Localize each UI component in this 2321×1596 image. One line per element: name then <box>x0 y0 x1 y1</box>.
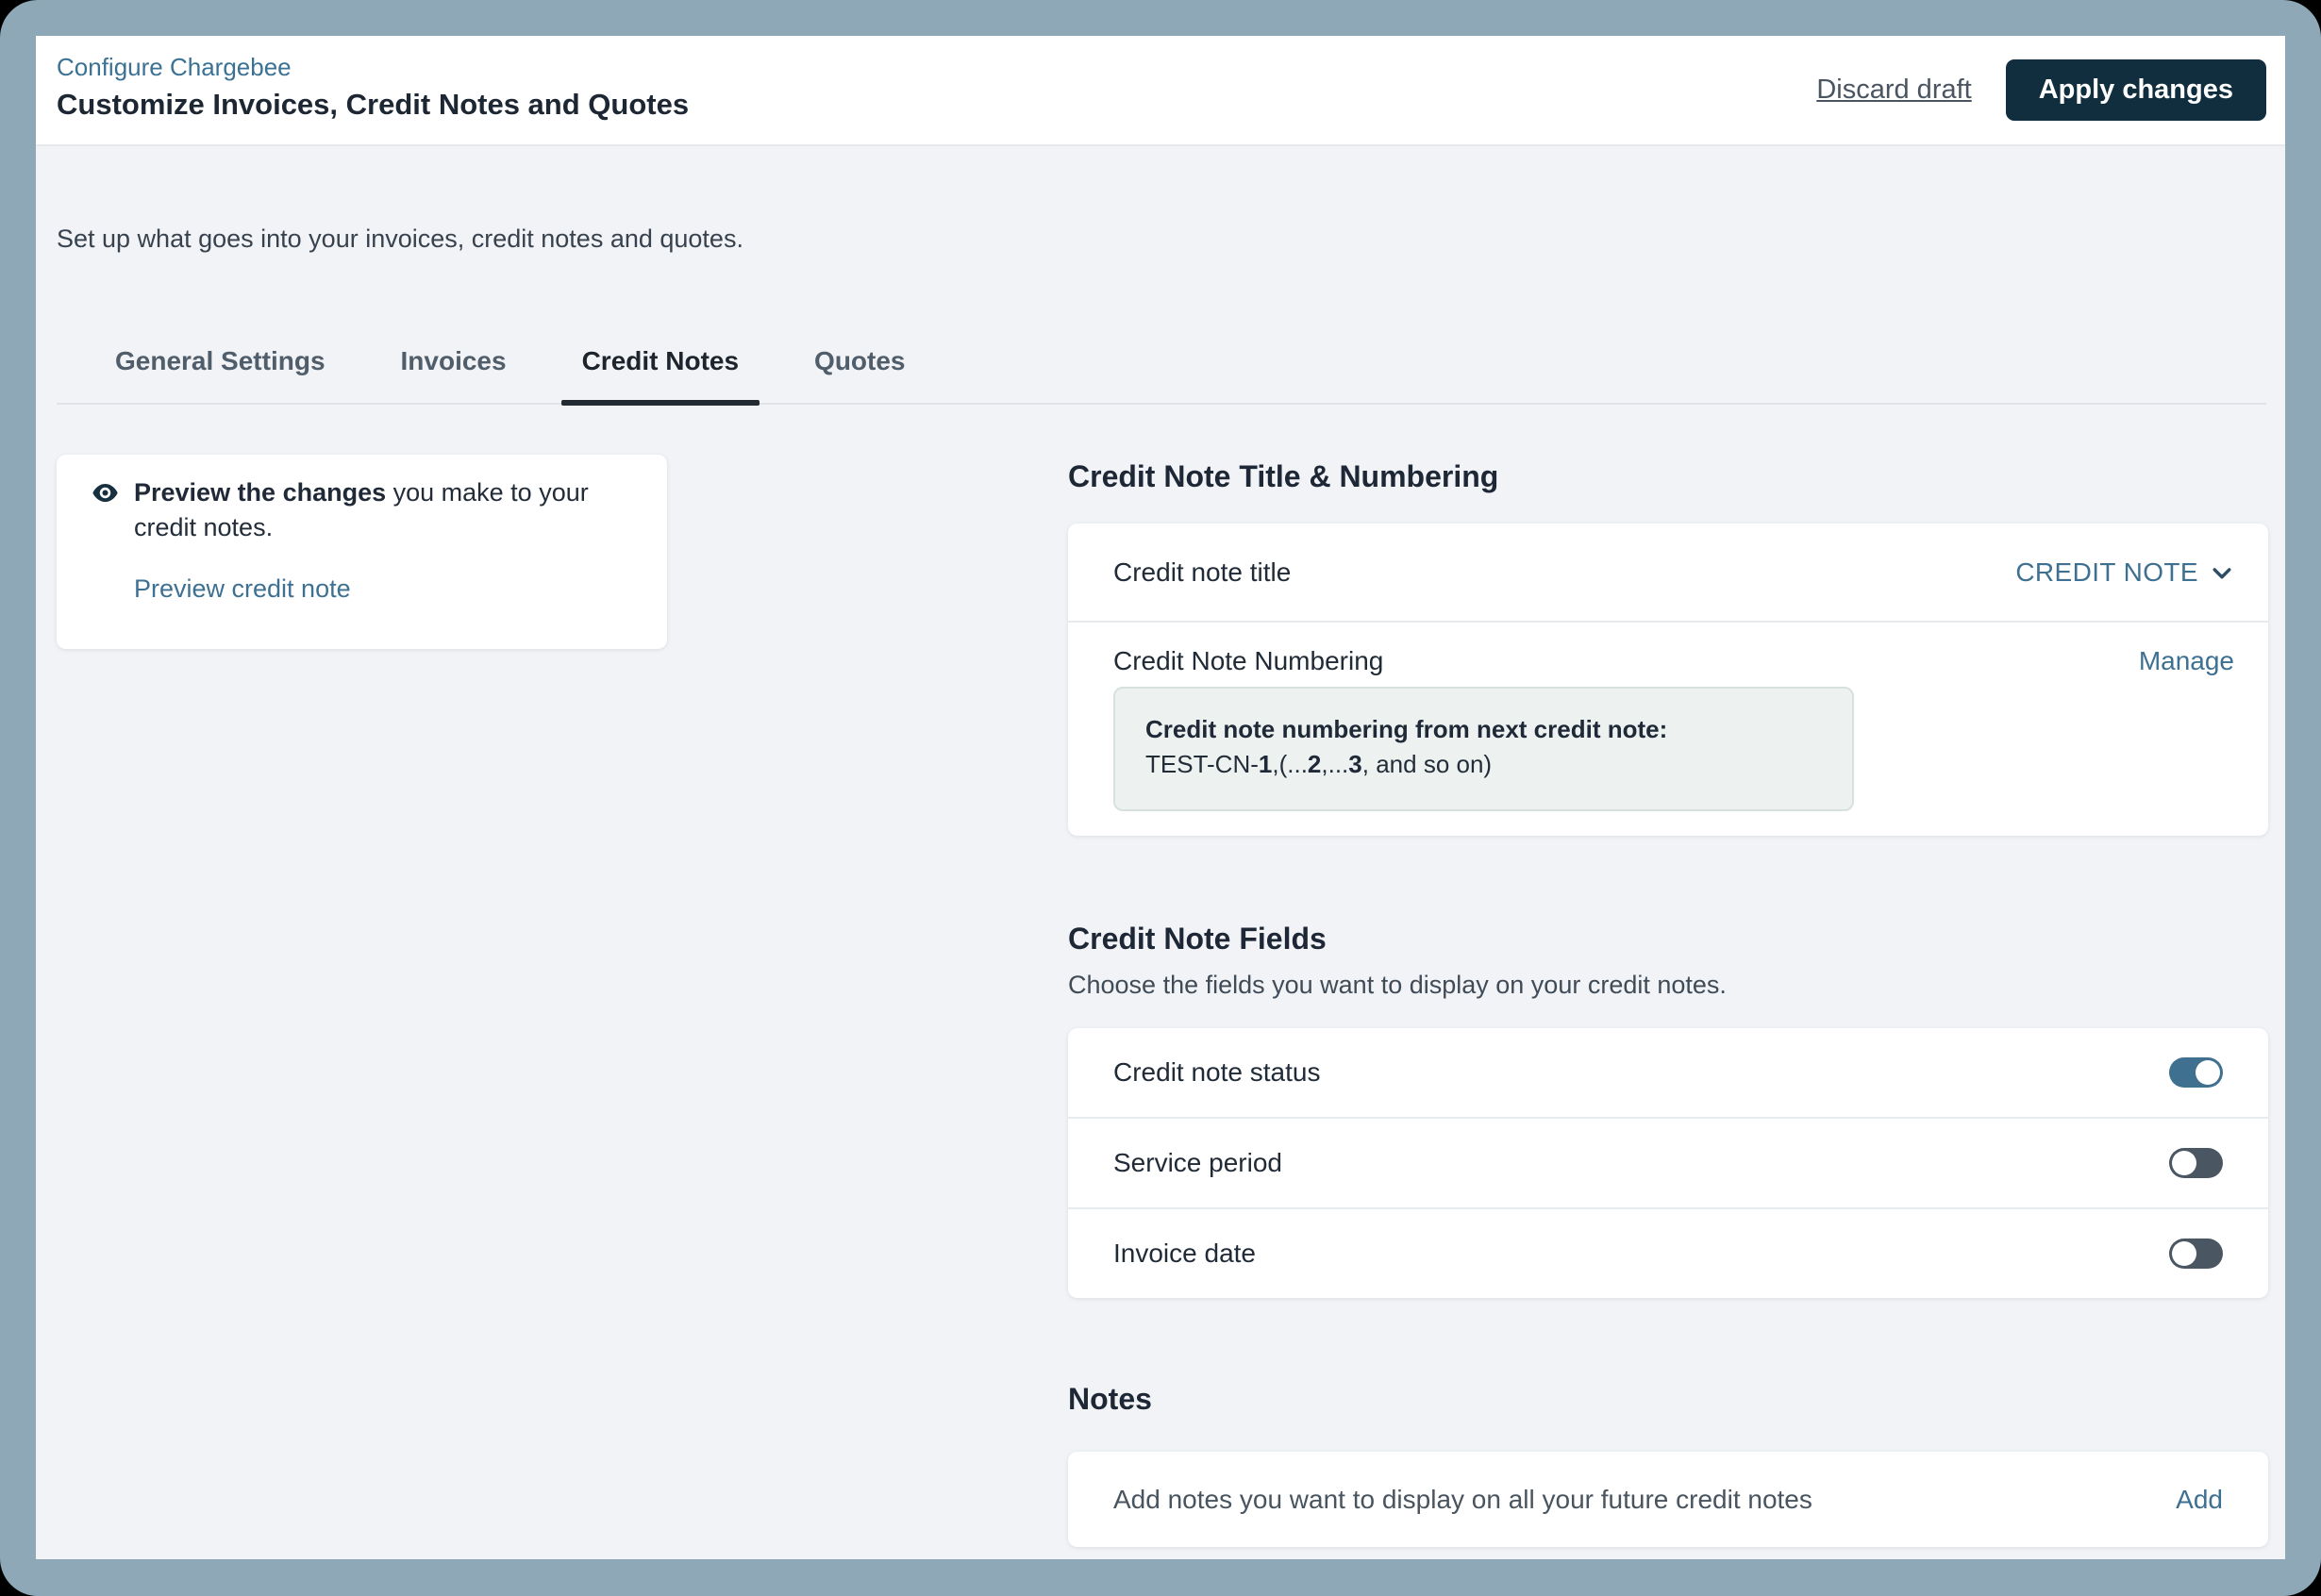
eye-icon <box>92 475 118 510</box>
preview-card-text: Preview the changes you make to your cre… <box>134 475 644 649</box>
credit-note-status-label: Credit note status <box>1113 1057 1320 1088</box>
credit-note-title-value: CREDIT NOTE <box>2015 557 2198 588</box>
service-period-label: Service period <box>1113 1148 1282 1178</box>
toggle-knob <box>2196 1060 2220 1085</box>
credit-note-fields-card: Credit note status Service period Invoic… <box>1068 1028 2268 1298</box>
numbering-info-line1: Credit note numbering from next credit n… <box>1145 712 1822 747</box>
invoice-date-label: Invoice date <box>1113 1239 1256 1269</box>
credit-note-title-row: Credit note title CREDIT NOTE <box>1068 524 2268 621</box>
notes-row-label: Add notes you want to display on all you… <box>1113 1485 1812 1515</box>
tab-credit-notes[interactable]: Credit Notes <box>561 345 760 403</box>
notes-card: Add notes you want to display on all you… <box>1068 1452 2268 1547</box>
header-actions: Discard draft Apply changes <box>1816 36 2266 144</box>
tab-general-settings[interactable]: General Settings <box>94 345 346 403</box>
fields-section-description: Choose the fields you want to display on… <box>1068 969 2268 1001</box>
add-notes-link[interactable]: Add <box>2176 1484 2223 1516</box>
credit-note-numbering-row: Credit Note Numbering Manage Credit note… <box>1068 623 2268 836</box>
credit-note-numbering-label: Credit Note Numbering <box>1113 646 1383 676</box>
field-row-invoice-date: Invoice date <box>1068 1209 2268 1298</box>
toggle-knob <box>2172 1241 2196 1266</box>
section-heading-notes: Notes <box>1068 1380 2268 1418</box>
field-row-service-period: Service period <box>1068 1119 2268 1207</box>
window-frame: Configure Chargebee Customize Invoices, … <box>0 0 2321 1596</box>
breadcrumb-configure-chargebee[interactable]: Configure Chargebee <box>57 50 292 84</box>
page-title: Customize Invoices, Credit Notes and Quo… <box>57 84 689 125</box>
numbering-info-box: Credit note numbering from next credit n… <box>1113 687 1854 811</box>
page-body: Set up what goes into your invoices, cre… <box>36 146 2285 1559</box>
numbering-info-line2: TEST-CN-1,(...2,...3, and so on) <box>1145 747 1822 782</box>
tab-invoices[interactable]: Invoices <box>380 345 527 403</box>
preview-card-bold: Preview the changes <box>134 478 386 507</box>
app-window: Configure Chargebee Customize Invoices, … <box>36 36 2285 1559</box>
credit-note-title-select[interactable]: CREDIT NOTE <box>2015 557 2234 588</box>
manage-link[interactable]: Manage <box>2139 645 2234 677</box>
preview-card: Preview the changes you make to your cre… <box>57 455 667 649</box>
chevron-down-icon <box>2210 561 2234 586</box>
apply-changes-button[interactable]: Apply changes <box>2006 59 2266 121</box>
section-heading-fields: Credit Note Fields <box>1068 920 2268 957</box>
tab-quotes[interactable]: Quotes <box>793 345 926 403</box>
title-numbering-card: Credit note title CREDIT NOTE Credit Not… <box>1068 524 2268 836</box>
invoice-date-toggle[interactable] <box>2169 1239 2223 1269</box>
section-heading-title-numbering: Credit Note Title & Numbering <box>1068 457 2268 495</box>
page-header: Configure Chargebee Customize Invoices, … <box>36 36 2285 146</box>
field-row-credit-note-status: Credit note status <box>1068 1028 2268 1117</box>
credit-note-title-label: Credit note title <box>1113 557 1291 588</box>
intro-text: Set up what goes into your invoices, cre… <box>57 222 743 257</box>
toggle-knob <box>2172 1151 2196 1175</box>
credit-note-status-toggle[interactable] <box>2169 1057 2223 1088</box>
discard-draft-link[interactable]: Discard draft <box>1816 75 1971 106</box>
settings-column: Credit Note Title & Numbering Credit not… <box>1068 457 2268 1547</box>
preview-credit-note-link[interactable]: Preview credit note <box>134 572 351 606</box>
service-period-toggle[interactable] <box>2169 1148 2223 1178</box>
tab-bar: General Settings Invoices Credit Notes Q… <box>57 345 2266 405</box>
